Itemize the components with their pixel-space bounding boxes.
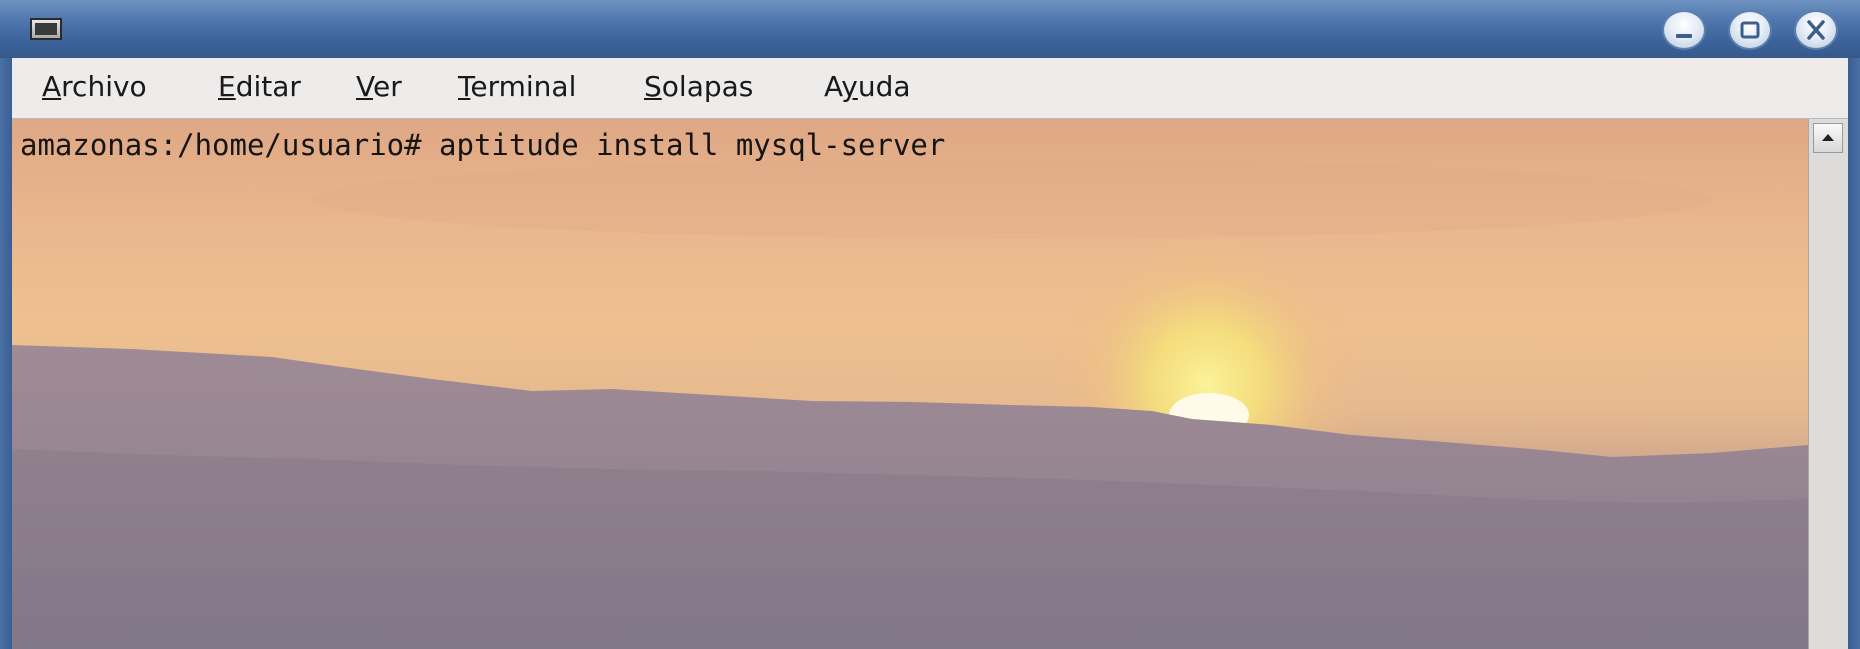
vertical-scrollbar[interactable] [1808, 119, 1848, 649]
menu-accel: E [218, 70, 236, 103]
maximize-icon [1740, 21, 1760, 39]
terminal-icon[interactable] [30, 18, 62, 40]
menu-editar[interactable]: Editar [214, 68, 305, 106]
menu-ayuda[interactable]: Ayuda [820, 68, 915, 106]
menu-solapas[interactable]: Solapas [640, 68, 757, 106]
menu-label: er [372, 70, 402, 103]
menu-accel: A [42, 70, 62, 103]
menu-label: rchivo [61, 70, 147, 103]
sunset-background [12, 119, 1808, 649]
minimize-button[interactable] [1662, 10, 1706, 50]
window-frame-left [0, 58, 12, 649]
menu-label: ditar [235, 70, 301, 103]
menu-label: uda [857, 70, 911, 103]
window-frame-right [1848, 58, 1860, 649]
menu-accel: S [644, 70, 662, 103]
menu-label-pre: A [824, 70, 842, 103]
terminal-window: Archivo Editar Ver Terminal Solapas Ayud… [0, 0, 1860, 649]
close-icon [1807, 20, 1825, 40]
title-bar[interactable] [0, 0, 1860, 59]
menu-bar: Archivo Editar Ver Terminal Solapas Ayud… [12, 58, 1848, 119]
minimize-icon [1676, 34, 1692, 38]
menu-label: olapas [661, 70, 754, 103]
menu-accel: y [841, 70, 858, 103]
menu-accel: T [458, 70, 471, 103]
menu-ver[interactable]: Ver [352, 68, 406, 106]
menu-accel: V [356, 70, 373, 103]
menu-label: erminal [470, 70, 577, 103]
terminal-command-line: amazonas:/home/usuario# aptitude install… [20, 128, 946, 162]
scroll-up-arrow-icon[interactable] [1813, 123, 1843, 153]
close-button[interactable] [1794, 10, 1838, 50]
menu-terminal[interactable]: Terminal [454, 68, 580, 106]
terminal-area[interactable]: amazonas:/home/usuario# aptitude install… [12, 119, 1808, 649]
maximize-button[interactable] [1728, 10, 1772, 50]
menu-archivo[interactable]: Archivo [38, 68, 151, 106]
